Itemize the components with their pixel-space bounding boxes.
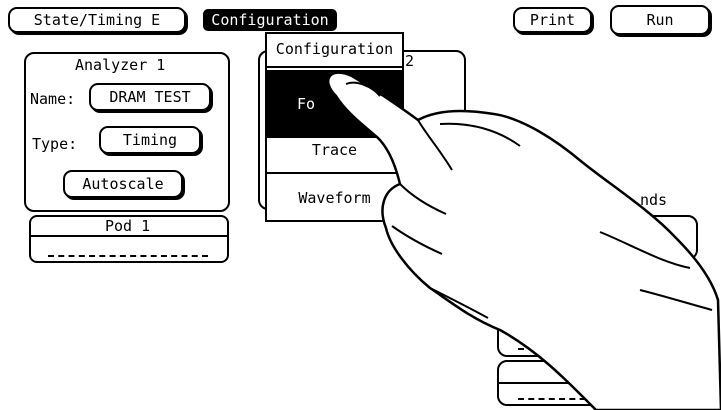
autoscale-button[interactable]: Autoscale — [63, 170, 183, 198]
bottom-right-dashes-2 — [518, 398, 678, 400]
menu-divider — [267, 172, 402, 174]
menu-item-waveform[interactable]: Waveform — [267, 176, 402, 220]
analyzer-screen: State/Timing E Configuration Print Run A… — [0, 0, 721, 410]
menu-item-configuration[interactable]: Configuration — [267, 34, 402, 64]
run-button[interactable]: Run — [610, 5, 710, 35]
print-button[interactable]: Print — [513, 7, 592, 33]
analyzer-number-fragment: 2 — [405, 52, 415, 70]
right-label-fragment: nds — [640, 191, 668, 209]
right-field-box[interactable] — [600, 215, 698, 260]
configuration-menu-button[interactable]: Configuration — [203, 9, 337, 31]
name-label: Name: — [30, 90, 76, 108]
configuration-dropdown: Configuration Fo Trace Waveform — [265, 32, 404, 222]
pod-label: Pod 1 — [105, 217, 151, 235]
menu-item-format[interactable]: Fo — [267, 70, 402, 138]
bottom-right-dashes-1 — [518, 348, 678, 350]
type-label: Type: — [32, 135, 78, 153]
bottom-right-divider — [499, 382, 695, 384]
name-field[interactable]: DRAM TEST — [89, 83, 211, 111]
pod-channel-dashes — [48, 255, 208, 257]
pod-divider — [31, 235, 227, 237]
analyzer-title: Analyzer 1 — [75, 56, 166, 74]
type-select-button[interactable]: Timing — [99, 126, 201, 154]
mode-select-button[interactable]: State/Timing E — [8, 7, 186, 33]
menu-divider — [267, 66, 402, 68]
menu-item-trace[interactable]: Trace — [267, 130, 402, 170]
